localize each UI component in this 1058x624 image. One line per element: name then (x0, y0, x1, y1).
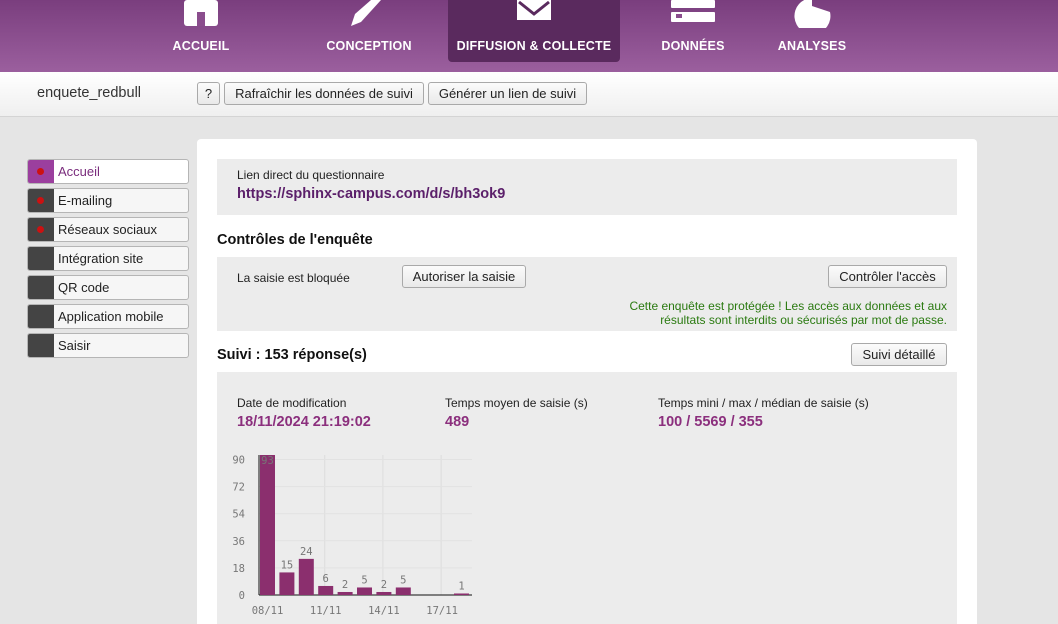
nav-diffusion-collecte[interactable]: DIFFUSION & COLLECTE (448, 0, 620, 62)
sidebar-item-label: Intégration site (58, 251, 144, 266)
controls-box: La saisie est bloquée Autoriser la saisi… (217, 257, 957, 331)
main-panel: Lien direct du questionnaire https://sph… (197, 139, 977, 624)
nav-accueil[interactable]: ACCUEIL (150, 0, 252, 62)
min-max-median-value: 100 / 5569 / 355 (658, 414, 763, 430)
envelope-icon (517, 0, 551, 20)
survey-name: enquete_redbull (37, 85, 142, 101)
bar-value-label: 2 (381, 579, 387, 591)
generate-tracking-link-button[interactable]: Générer un lien de suivi (428, 82, 587, 105)
min-max-median-label: Temps mini / max / médian de saisie (s) (658, 396, 869, 410)
control-access-button[interactable]: Contrôler l'accès (828, 265, 947, 288)
y-tick-label: 0 (239, 590, 245, 602)
nav-donnees[interactable]: DONNÉES (642, 0, 744, 62)
sidebar-marker (28, 276, 54, 299)
warning-line: Cette enquête est protégée ! Les accès a… (629, 299, 947, 313)
bar (376, 591, 392, 595)
bar-value-label: 5 (400, 574, 406, 586)
bar-value-label: 5 (361, 574, 367, 586)
sidebar-marker (28, 160, 54, 183)
sidebar-item-integration-site[interactable]: Intégration site (27, 246, 189, 271)
nav-analyses[interactable]: ANALYSES (762, 0, 862, 62)
nav-label: ANALYSES (777, 39, 847, 53)
y-tick-label: 90 (232, 455, 245, 467)
y-tick-label: 72 (232, 482, 245, 494)
home-icon (184, 0, 218, 26)
average-time-value: 489 (445, 414, 470, 430)
bar-value-label: 6 (323, 573, 329, 585)
sidebar-item-accueil[interactable]: Accueil (27, 159, 189, 184)
modification-date-value: 18/11/2024 21:19:02 (237, 414, 371, 430)
nav-label: CONCEPTION (326, 39, 412, 53)
tracking-box: Date de modification 18/11/2024 21:19:02… (217, 372, 957, 624)
sidebar-item-label: E-mailing (58, 193, 113, 208)
survey-url-link[interactable]: https://sphinx-campus.com/d/s/bh3ok9 (237, 186, 505, 202)
direct-link-label: Lien direct du questionnaire (237, 168, 385, 182)
bar-value-label: 2 (342, 579, 348, 591)
detailed-tracking-button[interactable]: Suivi détaillé (851, 343, 947, 366)
status-dot-icon (37, 197, 44, 204)
refresh-tracking-button[interactable]: Rafraîchir les données de suivi (224, 82, 424, 105)
bar-value-label: 1 (458, 580, 464, 592)
sidebar-item-qr-code[interactable]: QR code (27, 275, 189, 300)
top-navigation: ACCUEIL CONCEPTION DIFFUSION & COLLECTE … (0, 0, 1058, 72)
sidebar-item-application-mobile[interactable]: Application mobile (27, 304, 189, 329)
allow-entry-button[interactable]: Autoriser la saisie (402, 265, 526, 288)
status-dot-icon (37, 168, 44, 175)
bar-value-label: 15 (281, 559, 294, 571)
y-tick-label: 36 (232, 536, 245, 548)
sidebar-item-label: Accueil (58, 164, 100, 179)
nav-label: DONNÉES (661, 39, 725, 53)
bar (318, 585, 334, 595)
sidebar-item-saisir[interactable]: Saisir (27, 333, 189, 358)
nav-label: DIFFUSION & COLLECTE (456, 39, 612, 53)
x-tick-label: 11/11 (310, 605, 342, 617)
sidebar-marker (28, 218, 54, 241)
help-button[interactable]: ? (197, 82, 220, 105)
status-dot-icon (37, 226, 44, 233)
y-tick-label: 18 (232, 563, 245, 575)
pie-chart-icon (794, 0, 831, 28)
sidebar-marker (28, 189, 54, 212)
x-tick-label: 14/11 (368, 605, 400, 617)
x-tick-label: 08/11 (252, 605, 284, 617)
responses-per-day-chart: 0 18 36 54 72 90 93 15 24 6 2 5 2 5 1 08/11 11/11 14/11 17… (232, 455, 472, 617)
bar (395, 587, 411, 595)
sidebar-marker (28, 247, 54, 270)
bar (298, 558, 314, 595)
sidebar-item-label: Saisir (58, 338, 91, 353)
controls-title: Contrôles de l'enquête (217, 232, 373, 248)
protection-warning: Cette enquête est protégée ! Les accès a… (517, 299, 947, 327)
sidebar-item-e-mailing[interactable]: E-mailing (27, 188, 189, 213)
y-tick-label: 54 (232, 509, 245, 521)
sidebar-item-label: Application mobile (58, 309, 164, 324)
bar (337, 591, 353, 595)
pencil-icon (351, 0, 381, 26)
bar-value-label: 24 (300, 546, 313, 558)
bar (357, 587, 372, 595)
nav-label: ACCUEIL (172, 39, 230, 53)
sidebar-marker (28, 305, 54, 328)
average-time-label: Temps moyen de saisie (s) (445, 396, 588, 410)
direct-link-box: Lien direct du questionnaire https://sph… (217, 159, 957, 215)
sidebar-item-reseaux-sociaux[interactable]: Réseaux sociaux (27, 217, 189, 242)
bar (260, 455, 275, 595)
database-icon (671, 0, 715, 22)
warning-line: résultats sont interdits ou sécurisés pa… (660, 313, 947, 327)
x-tick-label: 17/11 (426, 605, 458, 617)
bar-value-label: 93 (261, 455, 274, 467)
modification-date-label: Date de modification (237, 396, 347, 410)
entry-status-text: La saisie est bloquée (237, 271, 350, 285)
sub-header: enquete_redbull ? Rafraîchir les données… (0, 72, 1058, 117)
sidebar-item-label: QR code (58, 280, 110, 295)
sidebar-marker (28, 334, 54, 357)
tracking-title: Suivi : 153 réponse(s) (217, 347, 367, 363)
bar (279, 572, 295, 595)
nav-conception[interactable]: CONCEPTION (318, 0, 420, 62)
sidebar-item-label: Réseaux sociaux (58, 222, 157, 237)
bar (454, 593, 469, 595)
